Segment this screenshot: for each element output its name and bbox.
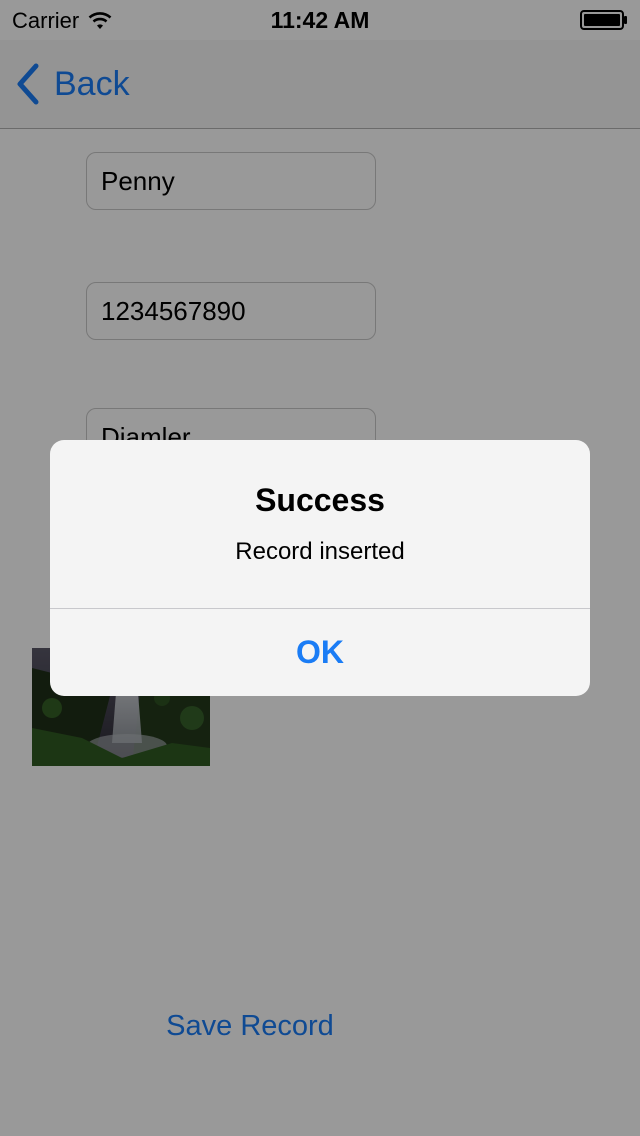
alert-title: Success: [255, 482, 385, 518]
alert-ok-button[interactable]: OK: [50, 609, 590, 696]
alert-message: Record inserted: [235, 538, 405, 565]
alert-dialog: Success Record inserted OK: [50, 440, 590, 696]
